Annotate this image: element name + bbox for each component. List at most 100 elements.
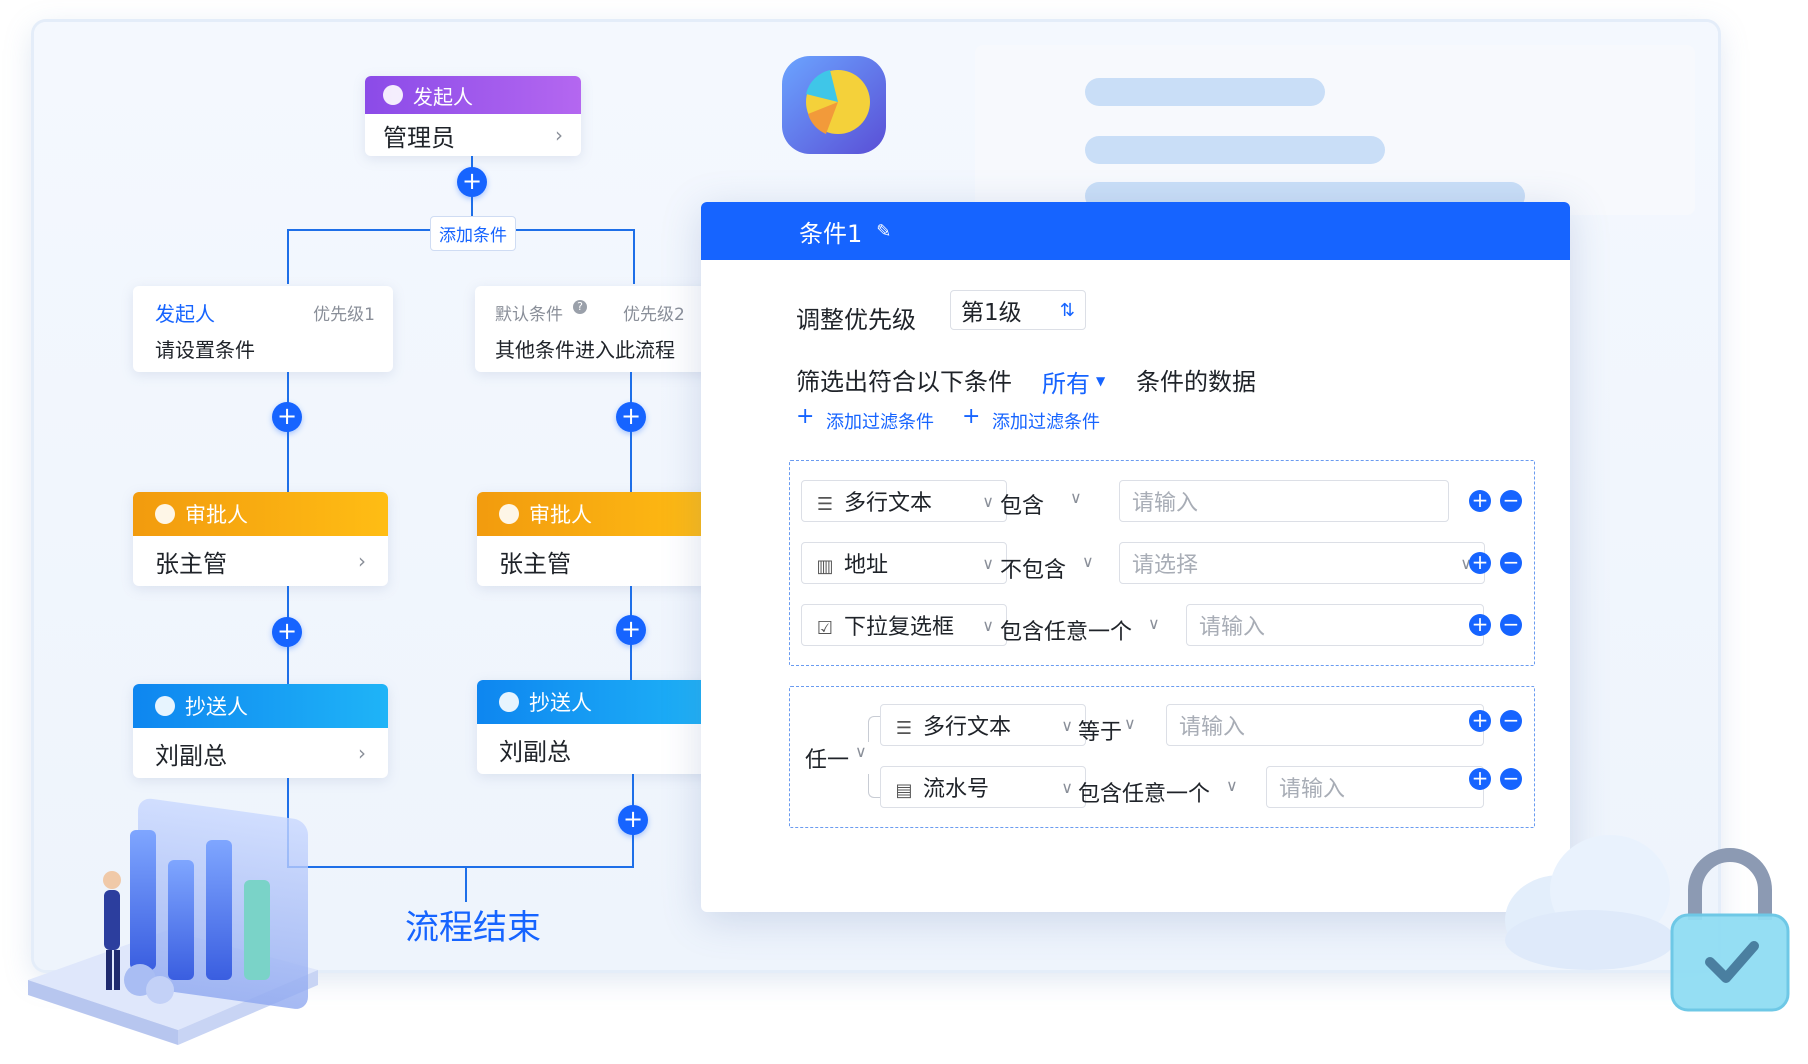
approver-icon — [499, 504, 519, 524]
serial-number-icon: ▤ — [895, 780, 913, 801]
add-row-button[interactable]: + — [1469, 710, 1491, 732]
group-mode-label: 任一 — [805, 748, 850, 773]
cc-node-left[interactable]: 抄送人 刘副总 › — [133, 684, 388, 778]
field-select[interactable]: ▤ 流水号 ∨ — [880, 766, 1086, 808]
approver-value: 张主管 — [499, 549, 571, 578]
operator-label: 不包含 — [1000, 558, 1067, 583]
list-icon: ☰ — [895, 718, 913, 739]
chevron-down-icon: ∨ — [1082, 552, 1094, 571]
value-input[interactable]: 请输入 — [1186, 604, 1484, 646]
field-select[interactable]: ▥ 地址 ∨ — [801, 542, 1007, 584]
operator-select[interactable]: 等于 ∨ — [1078, 714, 1136, 746]
value-input[interactable]: 请输入 — [1119, 480, 1449, 522]
field-select[interactable]: ☰ 多行文本 ∨ — [801, 480, 1007, 522]
panel-title: 条件1 — [799, 219, 863, 248]
cc-value: 刘副总 — [155, 741, 227, 770]
operator-select[interactable]: 不包含 ∨ — [1000, 552, 1094, 584]
approver-node-left[interactable]: 审批人 张主管 › — [133, 492, 388, 586]
approver-value: 张主管 — [155, 549, 227, 578]
approver-header: 审批人 — [529, 503, 592, 527]
add-condition-button[interactable]: 添加条件 — [430, 216, 516, 251]
approver-node-right[interactable]: 审批人 张主管 — [477, 492, 717, 586]
value-input[interactable]: 请输入 — [1266, 766, 1484, 808]
chevron-down-icon: ∨ — [1070, 488, 1082, 507]
priority-select[interactable]: 第1级 ⇅ — [950, 290, 1086, 330]
approver-header: 审批人 — [185, 503, 248, 527]
remove-row-button[interactable]: − — [1500, 490, 1522, 512]
field-label: 多行文本 — [844, 491, 933, 516]
field-label: 多行文本 — [923, 715, 1012, 740]
add-filter-button[interactable]: 添加过滤条件 — [992, 408, 1100, 434]
plus-icon: + — [962, 404, 981, 429]
condition-desc: 请设置条件 — [155, 338, 255, 362]
priority-label: 调整优先级 — [796, 306, 916, 334]
remove-row-button[interactable]: − — [1500, 614, 1522, 636]
edit-icon[interactable]: ✎ — [876, 221, 891, 242]
field-select[interactable]: ☑ 下拉复选框 ∨ — [801, 604, 1007, 646]
chevron-down-icon: ∨ — [1124, 714, 1136, 733]
condition-title: 默认条件 — [495, 305, 563, 325]
connector — [633, 229, 635, 284]
cc-header: 抄送人 — [529, 691, 592, 715]
chevron-right-icon: › — [555, 123, 563, 147]
app-logo-icon — [778, 50, 894, 160]
remove-row-button[interactable]: − — [1500, 552, 1522, 574]
operator-label: 包含 — [1000, 494, 1045, 519]
operator-label: 包含任意一个 — [1000, 620, 1133, 645]
chevron-down-icon: ∨ — [982, 491, 994, 511]
add-node-button[interactable]: + — [618, 805, 648, 835]
add-row-button[interactable]: + — [1469, 614, 1491, 636]
flow-end-label: 流程结束 — [405, 908, 541, 948]
priority-label: 优先级1 — [313, 305, 375, 325]
remove-row-button[interactable]: − — [1500, 768, 1522, 790]
operator-label: 包含任意一个 — [1078, 782, 1211, 807]
user-icon — [383, 85, 403, 105]
field-select[interactable]: ☰ 多行文本 ∨ — [880, 704, 1086, 746]
priority-value: 第1级 — [961, 300, 1022, 326]
value-select[interactable]: 请选择 ∨ — [1119, 542, 1485, 584]
condition-card-right[interactable]: 默认条件 ? 优先级2 其他条件进入此流程 — [475, 286, 715, 372]
operator-select[interactable]: 包含任意一个 ∨ — [1078, 776, 1238, 808]
add-row-button[interactable]: + — [1469, 490, 1491, 512]
chevron-down-icon: ∨ — [982, 553, 994, 573]
connector — [287, 229, 289, 284]
select-placeholder: 请选择 — [1132, 553, 1199, 578]
add-node-button[interactable]: + — [272, 617, 302, 647]
filter-mode-select[interactable]: 所有 — [1042, 364, 1090, 399]
lock-icon — [1660, 840, 1800, 1020]
chevron-down-icon: ∨ — [855, 742, 867, 761]
field-label: 流水号 — [923, 777, 990, 802]
operator-select[interactable]: 包含 ∨ — [1000, 488, 1082, 520]
condition-card-left[interactable]: 发起人 优先级1 请设置条件 — [133, 286, 393, 372]
add-node-button[interactable]: + — [272, 402, 302, 432]
initiator-value: 管理员 — [383, 123, 455, 152]
skeleton-line — [1085, 136, 1385, 164]
field-label: 下拉复选框 — [844, 615, 955, 640]
group-mode-select[interactable]: 任一 ∨ — [803, 742, 869, 774]
panel-header: 条件1 ✎ — [701, 202, 1570, 260]
chevron-down-icon: ∨ — [1061, 777, 1073, 797]
cc-header: 抄送人 — [185, 695, 248, 719]
add-filter-button[interactable]: 添加过滤条件 — [826, 408, 934, 434]
list-icon: ☰ — [816, 494, 834, 515]
remove-row-button[interactable]: − — [1500, 710, 1522, 732]
chevron-down-icon: ∨ — [1226, 776, 1238, 795]
value-input[interactable]: 请输入 — [1166, 704, 1484, 746]
operator-select[interactable]: 包含任意一个 ∨ — [1000, 614, 1160, 646]
add-node-button[interactable]: + — [616, 402, 646, 432]
add-row-button[interactable]: + — [1469, 552, 1491, 574]
cc-node-right[interactable]: 抄送人 刘副总 — [477, 680, 717, 774]
add-row-button[interactable]: + — [1469, 768, 1491, 790]
add-node-button[interactable]: + — [457, 167, 487, 197]
chevron-down-icon: ∨ — [982, 615, 994, 635]
initiator-node[interactable]: 发起人 管理员 › — [365, 76, 581, 156]
condition-title: 发起人 — [155, 302, 215, 326]
add-node-button[interactable]: + — [616, 615, 646, 645]
chevron-right-icon: › — [358, 549, 366, 573]
filter-suffix: 条件的数据 — [1136, 368, 1256, 396]
field-label: 地址 — [844, 553, 889, 578]
chart-illustration-icon — [18, 770, 328, 1050]
approver-icon — [155, 504, 175, 524]
condition-desc: 其他条件进入此流程 — [495, 338, 675, 362]
caret-down-icon: ▼ — [1096, 374, 1106, 388]
